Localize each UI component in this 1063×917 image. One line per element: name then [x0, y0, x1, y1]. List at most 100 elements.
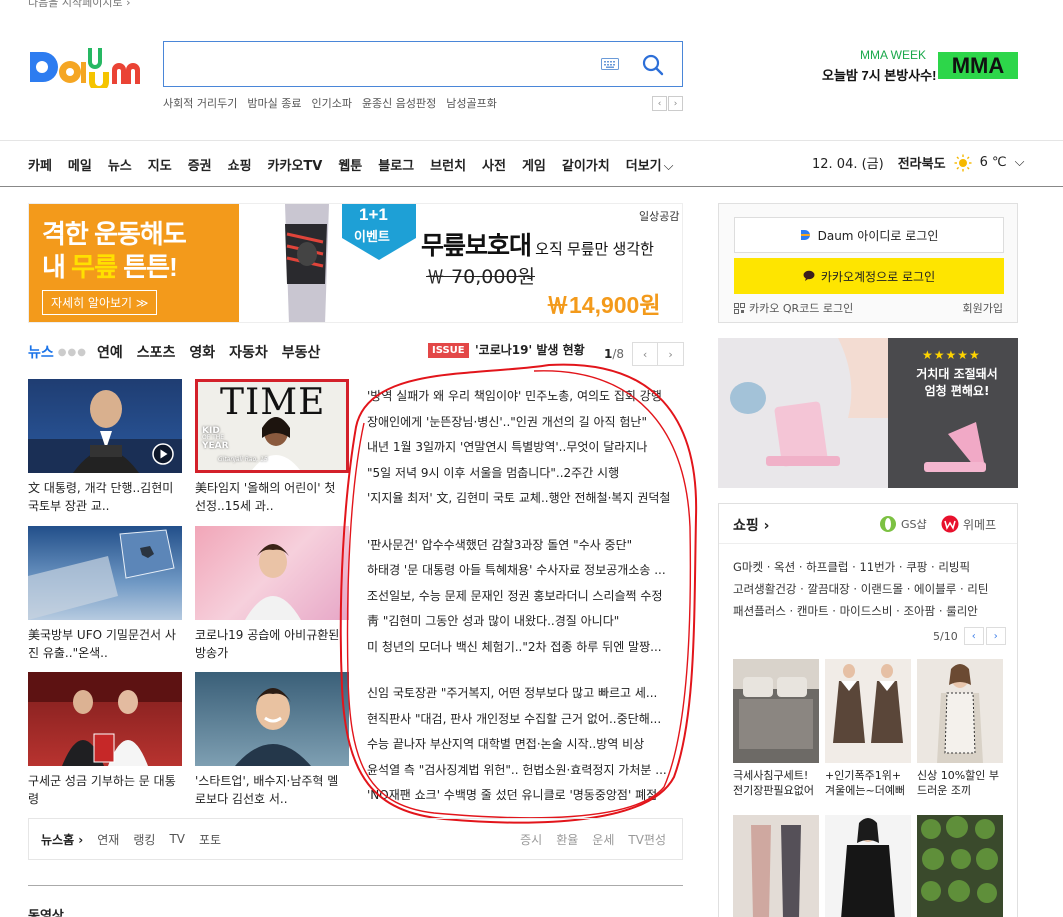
tv-schedule-link[interactable]: TV편성: [628, 831, 666, 848]
headline-link[interactable]: 靑 "김현미 그동안 성과 많이 내왔다..경질 아니다": [367, 609, 679, 635]
nav-cafe[interactable]: 카페: [28, 155, 52, 174]
product-card[interactable]: +인기폭주1위+ 겨울에는~더예뻐: [825, 659, 911, 798]
news-thumb-caption: '스타트업', 배수지·남주혁 멜로보다 김선호 서..: [195, 774, 339, 806]
product-card[interactable]: 극세사침구세트! 전기장판필요없어: [733, 659, 819, 798]
keyword-next-button[interactable]: ›: [668, 96, 683, 111]
nav-stock[interactable]: 증권: [188, 155, 212, 174]
gs-shop-link[interactable]: GS샵: [879, 515, 927, 533]
ad-brand: 일상공감: [639, 210, 680, 223]
nav-brunch[interactable]: 브런치: [430, 155, 466, 174]
mma-logo[interactable]: MMA: [938, 52, 1018, 79]
headline-link[interactable]: 미 청년의 모더나 백신 체험기.."2차 접종 하루 뒤엔 말짱...: [367, 635, 679, 661]
play-icon[interactable]: [152, 443, 174, 465]
headline-link[interactable]: 조선일보, 수능 문제 문재인 정권 홍보라더니 스리슬쩍 수정: [367, 584, 679, 610]
headline-link[interactable]: '지지율 최저' 文, 김현미 국토 교체..행안 전해철·복지 권덕철: [367, 486, 679, 512]
product-card[interactable]: 신상 10%할인 부드러운 조끼: [917, 659, 1003, 798]
search-input[interactable]: [174, 50, 594, 78]
headline-link[interactable]: 'NO재팬 쇼크' 수백명 줄 섰던 유니클로 '명동중앙점' 폐점: [367, 783, 679, 809]
daum-logo[interactable]: [28, 44, 146, 88]
product-card[interactable]: [733, 815, 819, 917]
wemakeprice-link[interactable]: 위메프: [941, 515, 996, 533]
tab-news[interactable]: 뉴스: [28, 342, 54, 362]
nav-blog[interactable]: 블로그: [378, 155, 414, 174]
headline-link[interactable]: 내년 1월 3일까지 '연말연시 특별방역'..무엇이 달라지나: [367, 435, 679, 461]
nav-shopping[interactable]: 쇼핑: [228, 155, 252, 174]
nav-kakaotv[interactable]: 카카오TV: [268, 155, 323, 174]
keyword-link[interactable]: 밤마실 종료: [247, 95, 301, 111]
set-homepage-link[interactable]: 다음을 시작페이지로 ›: [28, 0, 130, 10]
tab-sports[interactable]: 스포츠: [137, 342, 176, 362]
nav-mail[interactable]: 메일: [68, 155, 92, 174]
keyword-link[interactable]: 사회적 거리두기: [163, 95, 237, 111]
stock-link[interactable]: 증시: [520, 831, 542, 848]
headline-link[interactable]: 수능 끝나자 부산지역 대학별 면접·논술 시작..방역 비상: [367, 732, 679, 758]
nav-map[interactable]: 지도: [148, 155, 172, 174]
product-image: [733, 659, 819, 763]
headline-link[interactable]: 장애인에게 '눈뜬장님·병신'.."인권 개선의 길 아직 험난": [367, 410, 679, 436]
mall-link-row[interactable]: 고려생활건강 · 깔끔대장 · 이랜드몰 · 에이블루 · 리틴: [733, 578, 1008, 600]
keyword-link[interactable]: 남성골프화: [446, 95, 497, 111]
keyword-prev-button[interactable]: ‹: [652, 96, 667, 111]
news-thumb[interactable]: '스타트업', 배수지·남주혁 멜로보다 김선호 서..: [195, 672, 349, 808]
nav-news[interactable]: 뉴스: [108, 155, 132, 174]
news-series-link[interactable]: 연재: [97, 831, 119, 848]
ad-cta-button[interactable]: 자세히 알아보기 ≫: [42, 290, 158, 315]
headline-link[interactable]: 현직판사 "대검, 판사 개인정보 수집할 근거 없어..중단해...: [367, 707, 679, 733]
qr-login-link[interactable]: 카카오 QR코드 로그인: [734, 300, 853, 316]
headline-link[interactable]: "5일 저녁 9시 이후 서울을 멈춥니다"..2주간 시행: [367, 461, 679, 487]
keyword-link[interactable]: 윤종신 음성판정: [362, 95, 436, 111]
top-ad-banner[interactable]: 격한 운동해도 내 무릎 튼튼! 자세히 알아보기 ≫ 1+1 이벤트 무릎보호…: [28, 203, 683, 323]
actor-photo: [235, 688, 311, 766]
headline-link[interactable]: 윤석열 측 "검사징계법 위헌".. 헌법소원·효력정지 가처분 ...: [367, 758, 679, 784]
headline-link[interactable]: 신임 국토장관 "주거복지, 어떤 정부보다 많고 빠르고 세...: [367, 681, 679, 707]
video-section-title[interactable]: 동영상: [28, 905, 64, 917]
keyboard-icon[interactable]: [601, 58, 619, 70]
tab-dots: ●●●: [57, 346, 87, 358]
news-home-link[interactable]: 뉴스홈 ›: [41, 831, 83, 848]
side-ad-banner[interactable]: ★★★★★ 거치대 조절돼서 엄청 편해요!: [718, 338, 1018, 488]
search-icon[interactable]: [640, 52, 666, 78]
news-thumb[interactable]: 구세군 성금 기부하는 문 대통령: [28, 672, 182, 808]
news-thumb[interactable]: 美국방부 UFO 기밀문건서 사진 유출.."온색..: [28, 526, 182, 662]
news-prev-button[interactable]: ‹: [632, 342, 659, 366]
mall-link-row[interactable]: G마켓 · 옥션 · 하프클럽 · 11번가 · 쿠팡 · 리빙픽: [733, 556, 1008, 578]
tab-realestate[interactable]: 부동산: [282, 342, 321, 362]
news-next-button[interactable]: ›: [658, 342, 685, 366]
news-thumb[interactable]: 코로나19 공습에 아비규환된 방송가: [195, 526, 349, 662]
mall-link-row[interactable]: 패션플러스 · 캔마트 · 마이드스비 · 조아팜 · 룰리안: [733, 600, 1008, 622]
news-tv-link[interactable]: TV: [169, 832, 185, 846]
headline-link[interactable]: '판사문건' 압수수색했던 감찰3과장 돌연 "수사 중단": [367, 533, 679, 559]
news-thumb[interactable]: 文 대통령, 개각 단행..김현미 국토부 장관 교..: [28, 379, 182, 515]
product-card[interactable]: [825, 815, 911, 917]
nav-game[interactable]: 게임: [522, 155, 546, 174]
daum-login-button[interactable]: Daum 아이디로 로그인: [734, 217, 1004, 253]
mma-week-label[interactable]: MMA WEEK: [860, 48, 926, 62]
keyword-link[interactable]: 인기소파: [311, 95, 351, 111]
tab-entertainment[interactable]: 연예: [97, 342, 123, 362]
join-link[interactable]: 회원가입: [963, 300, 1003, 316]
nav-more[interactable]: 더보기 ⌵: [626, 155, 690, 174]
news-ranking-link[interactable]: 랭킹: [133, 831, 155, 848]
shopping-prev-button[interactable]: ‹: [963, 627, 984, 645]
news-photo-link[interactable]: 포토: [199, 831, 221, 848]
headline-link[interactable]: '방역 실패가 왜 우리 책임이야' 민주노총, 여의도 집회 강행: [367, 384, 679, 410]
product-card[interactable]: [917, 815, 1003, 917]
fortune-link[interactable]: 운세: [592, 831, 614, 848]
kakao-login-button[interactable]: 카카오계정으로 로그인: [734, 258, 1004, 294]
tab-car[interactable]: 자동차: [229, 342, 268, 362]
headline-link[interactable]: 하태경 '문 대통령 아들 특혜채용' 수사자료 정보공개소송 ...: [367, 558, 679, 584]
nav-webtoon[interactable]: 웹툰: [338, 155, 362, 174]
news-thumb-caption: 美국방부 UFO 기밀문건서 사진 유출.."온색..: [28, 628, 176, 660]
shopping-next-button[interactable]: ›: [985, 627, 1006, 645]
issue-link[interactable]: '코로나19' 발생 현황: [475, 341, 585, 358]
nav-together[interactable]: 같이가치: [562, 155, 610, 174]
weather-widget[interactable]: 12. 04. (금) 전라북도 6 ℃ ⌵: [812, 153, 1024, 172]
tab-movie[interactable]: 영화: [189, 342, 215, 362]
mma-subtitle[interactable]: 오늘밤 7시 본방사수!: [822, 65, 936, 84]
nav-dictionary[interactable]: 사전: [482, 155, 506, 174]
news-thumb[interactable]: TIME KID OF THE YEAR Gitanjali Rao, 15 美…: [195, 379, 349, 515]
shopping-title[interactable]: 쇼핑 ›: [733, 515, 769, 535]
exchange-link[interactable]: 환율: [556, 831, 578, 848]
product-image: [825, 815, 911, 917]
global-nav: 카페 메일 뉴스 지도 증권 쇼핑 카카오TV 웹툰 블로그 브런치 사전 게임…: [28, 155, 705, 174]
